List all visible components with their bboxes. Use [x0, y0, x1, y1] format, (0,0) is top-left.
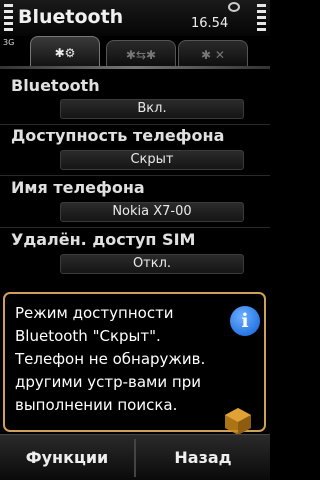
- setting-value-sim-access[interactable]: Откл.: [60, 254, 244, 274]
- tab-underline: [0, 66, 270, 69]
- tab-bar: ✱⚙ ✱⇆✱ ✱ ✕: [20, 36, 260, 68]
- bluetooth-settings-icon: ✱⚙: [54, 46, 76, 60]
- setting-value-bluetooth[interactable]: Вкл.: [60, 99, 244, 119]
- signal-strength-icon: [2, 2, 16, 36]
- tab-paired-devices[interactable]: ✱⇆✱: [106, 40, 176, 68]
- bluetooth-active-icon: [228, 2, 240, 12]
- divider: [0, 124, 270, 125]
- blocked-devices-icon: ✱ ✕: [201, 48, 225, 62]
- setting-label-bluetooth: Bluetooth: [11, 76, 100, 95]
- status-bar: Bluetooth 16.54: [0, 0, 270, 36]
- divider: [0, 175, 270, 176]
- setting-value-visibility[interactable]: Скрыт: [60, 150, 244, 170]
- app-title: Bluetooth: [18, 6, 124, 28]
- setting-label-sim-access: Удалён. доступ SIM: [11, 230, 196, 249]
- back-softkey[interactable]: Назад: [136, 435, 270, 480]
- setting-value-phone-name[interactable]: Nokia X7-00: [60, 202, 244, 222]
- info-icon: i: [230, 306, 260, 336]
- watermark-logo: [225, 408, 251, 435]
- paired-devices-icon: ✱⇆✱: [125, 48, 157, 62]
- dialog-message: Режим доступности Bluetooth "Скрыт". Тел…: [15, 304, 206, 414]
- divider: [0, 227, 270, 228]
- softkey-bar: Функции Назад: [0, 434, 270, 480]
- options-softkey[interactable]: Функции: [0, 435, 134, 480]
- setting-label-phone-name: Имя телефона: [11, 178, 145, 197]
- battery-icon: [254, 2, 268, 36]
- network-type-label: 3G: [3, 38, 15, 47]
- tab-blocked-devices[interactable]: ✱ ✕: [178, 40, 248, 68]
- tab-bluetooth-settings[interactable]: ✱⚙: [30, 36, 100, 68]
- clock: 16.54: [191, 16, 229, 31]
- setting-label-visibility: Доступность телефона: [11, 126, 225, 145]
